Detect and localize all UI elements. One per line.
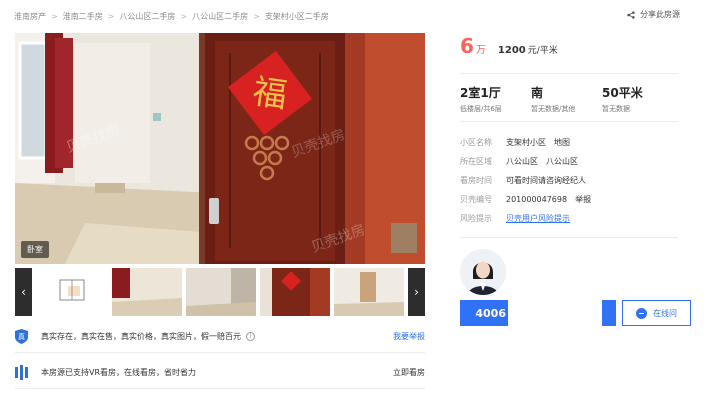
price-block: 6 万 1200 元/平米 [460,34,558,58]
total-price: 6 [460,34,474,58]
fact-layout: 2室1厅 低楼层/共6层 [460,84,531,114]
main-photo[interactable]: 福 贝壳找房 贝壳找房 贝壳找房 卧室 [15,33,425,264]
chevron-right-icon: › [414,285,419,299]
thumbnail-floorplan[interactable] [38,268,108,316]
fact-orientation-sub: 暂无数据/其他 [531,105,576,113]
call-button[interactable] [602,300,616,326]
fact-orientation: 南 暂无数据/其他 [531,84,602,114]
breadcrumb: 淮南房产 > 淮南二手房 > 八公山区二手房 > 八公山区二手房 > 支架村小区二手房 [14,9,329,23]
district-link[interactable]: 八公山区 [506,156,538,167]
fact-orientation-value: 南 [531,86,544,100]
breadcrumb-separator: > [180,11,188,21]
svg-text:福: 福 [250,72,289,116]
total-price-unit: 万 [475,45,486,56]
fact-layout-sub: 低楼层/共6层 [460,105,502,113]
divider [15,388,425,389]
breadcrumb-separator: > [253,11,260,21]
detail-label: 看房时间 [460,176,492,185]
listing-id: 201000047698 [506,195,568,204]
community-link[interactable]: 支架村小区 [506,137,546,148]
room-tag: 卧室 [21,241,49,258]
vr-text: 本房源已支持VR看房，在线看房，省时省力 [41,367,197,377]
floorplan-icon [59,279,85,301]
detail-viewing: 看房时间 可看时间请咨询经纪人 [460,171,591,190]
breadcrumb-link-district[interactable]: 八公山区二手房 [119,11,175,22]
fact-area-value: 50平米 [602,86,643,100]
info-icon[interactable]: i [246,331,255,341]
subdistrict-link[interactable]: 八公山区 [546,156,578,167]
thumbnail-photo[interactable] [260,268,330,316]
divider [460,121,678,122]
house-facts: 2室1厅 低楼层/共6层 南 暂无数据/其他 50平米 暂无数据 [460,84,678,114]
share-icon [627,10,635,19]
house-details: 小区名称 支架村小区 地图 所在区域 八公山区 八公山区 看房时间 可看时间请咨… [460,133,591,228]
online-chat-label: 在线问 [653,308,677,318]
detail-area: 所在区域 八公山区 八公山区 [460,152,591,171]
report-link[interactable]: 举报 [575,194,591,205]
thumbnail-photo[interactable] [112,268,182,316]
thumbnail-prev-button[interactable]: ‹ [15,268,32,316]
divider [460,73,678,74]
detail-label: 贝壳编号 [460,195,492,204]
breadcrumb-separator: > [51,11,58,21]
detail-label: 小区名称 [460,138,492,147]
detail-risk: 风险提示 贝壳用户风险提示 [460,209,591,228]
verified-badge-icon: 真 [15,328,28,344]
chat-icon [636,307,647,319]
fact-area: 50平米 暂无数据 [602,84,673,114]
report-link[interactable]: 我要举报 [393,331,425,342]
breadcrumb-link-subdistrict[interactable]: 八公山区二手房 [192,11,248,22]
thumbnail-photo[interactable] [334,268,404,316]
breadcrumb-link-home[interactable]: 淮南房产 [14,11,46,22]
phone-button[interactable]: 4006 [460,300,508,326]
svg-text:真: 真 [18,332,25,341]
unit-price-unit: 元/平米 [527,46,558,56]
vr-row: 本房源已支持VR看房，在线看房，省时省力 立即看房 [15,358,425,386]
unit-price: 1200 [497,45,526,56]
authenticity-row: 真 真实存在，真实在售，真实价格，真实图片，假一赔百元 i 我要举报 [15,322,425,350]
breadcrumb-link-city-resale[interactable]: 淮南二手房 [63,11,103,22]
vr-icon [15,364,28,380]
viewing-time: 可看时间请咨询经纪人 [506,176,586,185]
thumbnail-next-button[interactable]: › [408,268,425,316]
fact-layout-value: 2室1厅 [460,86,501,100]
detail-community: 小区名称 支架村小区 地图 [460,133,591,152]
share-label: 分享此房源 [640,10,680,19]
online-chat-button[interactable]: 在线问 [622,300,691,326]
detail-label: 所在区域 [460,157,492,166]
breadcrumb-link-community[interactable]: 支架村小区二手房 [265,11,329,22]
chevron-left-icon: ‹ [21,285,26,299]
share-button[interactable]: 分享此房源 [627,9,680,20]
breadcrumb-separator: > [107,11,115,21]
detail-id: 贝壳编号 201000047698 举报 [460,190,591,209]
thumbnail-photo[interactable] [186,268,256,316]
risk-notice-link[interactable]: 贝壳用户风险提示 [506,213,570,224]
divider [15,352,425,353]
agent-avatar[interactable] [460,249,506,295]
divider [460,237,678,238]
map-link[interactable]: 地图 [554,137,570,148]
detail-label: 风险提示 [460,214,492,223]
authenticity-text: 真实存在，真实在售，真实价格，真实图片，假一赔百元 [41,331,241,341]
vr-view-link[interactable]: 立即看房 [393,367,425,378]
fact-area-sub: 暂无数据 [602,105,630,113]
thumbnail-strip: ‹ › [15,268,425,316]
